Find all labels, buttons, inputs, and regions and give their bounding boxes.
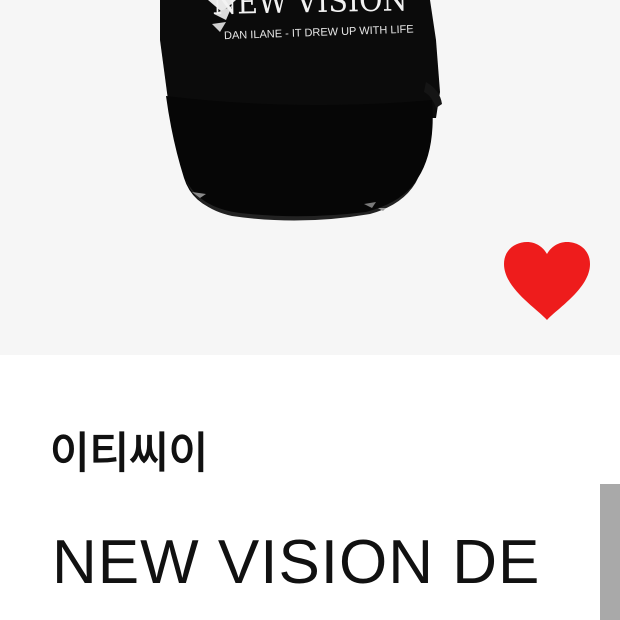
- heart-icon: [504, 242, 590, 320]
- cap-print-title: NEW VISION: [212, 0, 408, 22]
- product-info: 이티씨이 NEW VISION DE: [0, 355, 620, 620]
- brand-name[interactable]: 이티씨이: [50, 419, 208, 481]
- scrollbar-thumb[interactable]: [600, 484, 620, 620]
- product-name[interactable]: NEW VISION DE: [52, 527, 540, 598]
- product-image[interactable]: NEW VISION DAN ILANE - IT DREW UP WITH L…: [0, 0, 620, 355]
- like-button[interactable]: [500, 240, 594, 324]
